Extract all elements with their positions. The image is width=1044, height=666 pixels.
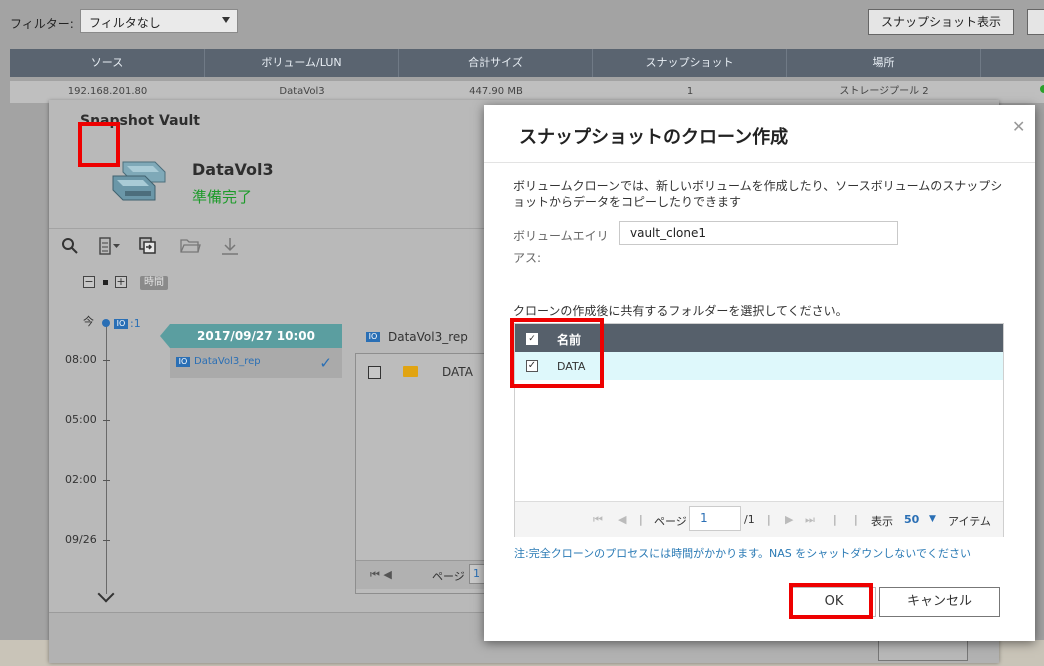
column-header-snapshots[interactable]: スナップショット xyxy=(593,49,787,77)
search-icon[interactable] xyxy=(57,233,83,259)
column-header-size[interactable]: 合計サイズ xyxy=(399,49,593,77)
cancel-button[interactable]: キャンセル xyxy=(879,587,1000,617)
snapshot-card[interactable]: 2017/09/27 10:00 IO DataVol3_rep ✓ xyxy=(160,324,342,378)
chevron-down-icon xyxy=(222,17,230,23)
next-page-icon[interactable]: ▶ xyxy=(785,513,793,526)
chevron-down-icon[interactable]: ▼ xyxy=(929,514,936,524)
folder-name: DATA xyxy=(442,365,473,379)
highlight-box-folder-select xyxy=(510,318,604,388)
divider xyxy=(484,162,1035,163)
first-page-icon[interactable]: ⏮ xyxy=(593,513,603,527)
snapshot-icon: IO xyxy=(176,356,190,367)
grid-header: ソース ボリューム/LUN 合計サイズ スナップショット 場所 xyxy=(10,49,1044,77)
timeline-tick xyxy=(103,480,110,481)
toolbar-button[interactable] xyxy=(1027,9,1044,35)
page-label: ページ xyxy=(654,515,687,528)
snapshot-count: :1 xyxy=(130,317,141,330)
timeline-now-dot[interactable] xyxy=(102,319,110,327)
dialog-description: ボリュームクローンでは、新しいボリュームを作成したり、ソースボリュームのスナップ… xyxy=(513,179,1003,209)
column-header-status xyxy=(981,49,1044,77)
timeline-tick-label: 08:00 xyxy=(65,353,97,366)
snapshot-card-body: IO DataVol3_rep ✓ xyxy=(170,348,342,378)
prev-page-icon[interactable]: ◀ xyxy=(618,513,626,526)
folder-icon xyxy=(403,366,418,377)
chevron-down-icon[interactable] xyxy=(97,585,115,603)
timeline-tick xyxy=(103,420,110,421)
pager-label: ページ xyxy=(432,570,465,583)
clone-note: 注:完全クローンのプロセスには時間がかかります。NAS をシャットダウンしないで… xyxy=(514,547,971,560)
alias-input[interactable]: vault_clone1 xyxy=(619,221,898,245)
close-icon[interactable]: ✕ xyxy=(1012,117,1025,136)
per-page-select[interactable]: 50 xyxy=(904,513,919,526)
zoom-in-button[interactable]: + xyxy=(115,276,127,288)
page-input[interactable]: 1 xyxy=(689,506,741,531)
pager-separator: | xyxy=(854,513,858,526)
display-label: 表示 xyxy=(871,515,893,528)
row-checkbox[interactable] xyxy=(368,366,381,379)
timeline-tick-label: 02:00 xyxy=(65,473,97,486)
pager-separator: | xyxy=(833,513,837,526)
volume-status: 準備完了 xyxy=(192,188,253,206)
alias-label: ボリュームエイリアス: xyxy=(513,229,609,265)
list-view-icon[interactable] xyxy=(95,233,125,259)
pager-nav-icons[interactable]: ⏮ ◀ xyxy=(370,568,392,582)
pager-separator: | xyxy=(767,513,771,526)
files-title-text: DataVol3_rep xyxy=(388,330,468,344)
items-label: アイテム xyxy=(948,515,991,528)
timeline-now-label: 今 xyxy=(83,315,94,328)
check-icon: ✓ xyxy=(319,354,332,372)
timeline-tick xyxy=(103,540,110,541)
files-title: IO DataVol3_rep xyxy=(366,330,468,344)
timeline-tick xyxy=(103,360,110,361)
timeline-axis xyxy=(106,322,107,594)
page-total: /1 xyxy=(744,513,755,526)
snapshot-view-button[interactable]: スナップショット表示 xyxy=(868,9,1014,35)
filter-select[interactable]: フィルタなし xyxy=(80,9,238,33)
dialog-title: スナップショットのクローン作成 xyxy=(519,127,789,148)
folder-grid-pager: ⏮ ◀ | ページ 1 /1 | ▶ ⏭ | | 表示 50 ▼ アイテム xyxy=(515,501,1003,537)
pager-separator: | xyxy=(639,513,643,526)
snapshot-label: IO DataVol3_rep xyxy=(176,356,261,367)
folder-prompt: クローンの作成後に共有するフォルダーを選択してください。 xyxy=(513,304,848,318)
column-header-volume[interactable]: ボリューム/LUN xyxy=(205,49,399,77)
card-pointer xyxy=(160,324,170,348)
volume-name: DataVol3 xyxy=(192,160,274,179)
timeline-tick-label: 05:00 xyxy=(65,413,97,426)
column-header-location[interactable]: 場所 xyxy=(787,49,981,77)
highlight-box-clone-tool xyxy=(78,122,120,167)
column-header-source[interactable]: ソース xyxy=(10,49,205,77)
snapshot-icon: IO xyxy=(366,332,380,342)
snapshot-name: DataVol3_rep xyxy=(194,356,261,367)
highlight-box-ok xyxy=(789,583,873,619)
zoom-out-button[interactable]: − xyxy=(83,276,95,288)
timeline-tick-label: 09/26 xyxy=(65,533,97,546)
filter-value: フィルタなし xyxy=(89,16,161,30)
time-badge[interactable]: 時間 xyxy=(140,276,168,290)
filter-label: フィルター: xyxy=(10,17,74,31)
status-dot-icon xyxy=(1040,85,1044,93)
last-page-icon[interactable]: ⏭ xyxy=(805,513,815,527)
download-icon[interactable] xyxy=(217,233,243,259)
timeline-snapshot-marker[interactable]: IO:1 xyxy=(114,317,141,330)
snapshot-icon: IO xyxy=(114,318,128,329)
folder-open-icon[interactable] xyxy=(177,233,203,259)
snapshot-date: 2017/09/27 10:00 xyxy=(170,324,342,348)
clone-icon[interactable] xyxy=(135,233,161,259)
zoom-indicator xyxy=(103,280,108,285)
